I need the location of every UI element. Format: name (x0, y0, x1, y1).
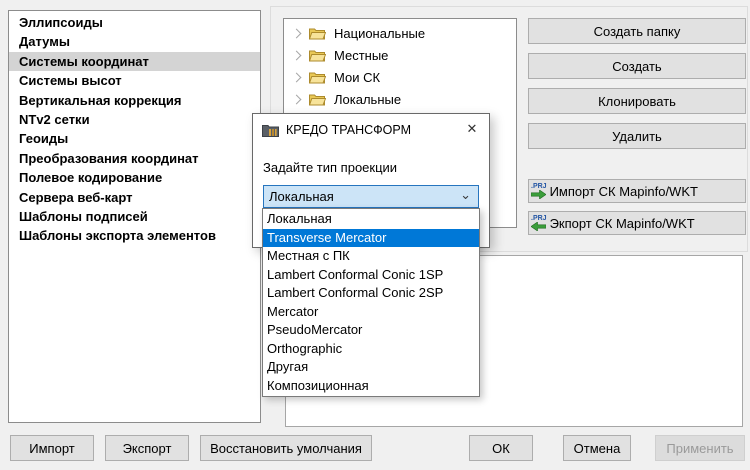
delete-button[interactable]: Удалить (528, 123, 746, 149)
category-list: Эллипсоиды Датумы Системы координат Сист… (8, 10, 261, 423)
dialog-titlebar: КРЕДО ТРАНСФОРМ ✕ (253, 114, 489, 145)
chevron-down-icon: ⌄ (460, 187, 471, 203)
prj-buttons: .PRJ Импорт СК Mapinfo/WKT .PRJ Экпорт С… (528, 179, 746, 235)
arrow-right-icon (531, 190, 546, 199)
dropdown-item-transverse-mercator[interactable]: Transverse Mercator (263, 229, 479, 248)
create-button[interactable]: Создать (528, 53, 746, 79)
chevron-right-icon (292, 94, 302, 104)
dropdown-item-lcc-1sp[interactable]: Lambert Conformal Conic 1SP (263, 266, 479, 285)
tree-item-my-cs[interactable]: Мои СК (284, 66, 516, 88)
import-button[interactable]: Импорт (10, 435, 94, 461)
dropdown-item-drugaya[interactable]: Другая (263, 358, 479, 377)
dropdown-item-mercator[interactable]: Mercator (263, 303, 479, 322)
sidebar-item-field-coding[interactable]: Полевое кодирование (9, 168, 260, 187)
sidebar-item-export-templates[interactable]: Шаблоны экспорта элементов (9, 226, 260, 245)
folder-icon (309, 27, 326, 40)
folder-icon (309, 49, 326, 62)
import-prj-label: Импорт СК Mapinfo/WKT (550, 184, 698, 199)
sidebar-item-datums[interactable]: Датумы (9, 32, 260, 51)
dropdown-item-orthographic[interactable]: Orthographic (263, 340, 479, 359)
sidebar-item-ellipsoids[interactable]: Эллипсоиды (9, 13, 260, 32)
tree-item-label: Национальные (334, 26, 425, 41)
tree-item-national[interactable]: Национальные (284, 22, 516, 44)
tree-item-label: Локальные (334, 92, 401, 107)
chevron-right-icon (292, 50, 302, 60)
tree-item-label: Местные (334, 48, 388, 63)
export-button[interactable]: Экспорт (105, 435, 189, 461)
projection-type-label: Задайте тип проекции (263, 160, 397, 175)
sidebar-item-label-templates[interactable]: Шаблоны подписей (9, 207, 260, 226)
tree-item-local-mestnye[interactable]: Местные (284, 44, 516, 66)
export-prj-label: Экпорт СК Mapinfo/WKT (550, 216, 695, 231)
sidebar-item-vertical-correction[interactable]: Вертикальная коррекция (9, 91, 260, 110)
projection-dropdown: Локальная Transverse Mercator Местная с … (262, 208, 480, 397)
tree-item-label: Мои СК (334, 70, 380, 85)
clone-button[interactable]: Клонировать (528, 88, 746, 114)
sidebar-item-geoids[interactable]: Геоиды (9, 129, 260, 148)
chevron-right-icon (292, 72, 302, 82)
tree-item-lokalnye[interactable]: Локальные (284, 88, 516, 110)
restore-defaults-button[interactable]: Восстановить умолчания (200, 435, 372, 461)
dropdown-item-kompozitsionnaya[interactable]: Композиционная (263, 377, 479, 396)
sidebar-item-web-map-servers[interactable]: Сервера веб-карт (9, 188, 260, 207)
dialog-title: КРЕДО ТРАНСФОРМ (286, 123, 411, 137)
export-prj-button[interactable]: .PRJ Экпорт СК Mapinfo/WKT (528, 211, 746, 235)
prj-import-icon: .PRJ (531, 183, 547, 199)
sidebar-item-ntv2-grids[interactable]: NTv2 сетки (9, 110, 260, 129)
create-folder-button[interactable]: Создать папку (528, 18, 746, 44)
apply-button: Применить (655, 435, 745, 461)
folder-icon (309, 93, 326, 106)
ok-button[interactable]: ОК (469, 435, 533, 461)
folder-icon (309, 71, 326, 84)
dropdown-item-lcc-2sp[interactable]: Lambert Conformal Conic 2SP (263, 284, 479, 303)
projection-combobox[interactable]: Локальная ⌄ (263, 185, 479, 208)
tree-action-buttons: Создать папку Создать Клонировать Удалит… (528, 18, 746, 149)
close-icon: ✕ (467, 121, 478, 137)
sidebar-item-coordinate-systems[interactable]: Системы координат (9, 52, 260, 71)
app-icon (262, 123, 279, 137)
import-prj-button[interactable]: .PRJ Импорт СК Mapinfo/WKT (528, 179, 746, 203)
close-button[interactable]: ✕ (455, 114, 489, 144)
sidebar-item-height-systems[interactable]: Системы высот (9, 71, 260, 90)
dropdown-item-mestnaya-s-pk[interactable]: Местная с ПК (263, 247, 479, 266)
prj-export-icon: .PRJ (531, 215, 547, 231)
cancel-button[interactable]: Отмена (563, 435, 631, 461)
dropdown-item-lokalnaya[interactable]: Локальная (263, 210, 479, 229)
footer-right-buttons: ОК Отмена Применить (469, 435, 745, 461)
combobox-value: Локальная (269, 189, 334, 204)
footer-left-buttons: Импорт Экспорт Восстановить умолчания (10, 435, 372, 461)
sidebar-item-coordinate-transformations[interactable]: Преобразования координат (9, 149, 260, 168)
dropdown-item-pseudomercator[interactable]: PseudoMercator (263, 321, 479, 340)
arrow-left-icon (531, 222, 546, 231)
chevron-right-icon (292, 28, 302, 38)
